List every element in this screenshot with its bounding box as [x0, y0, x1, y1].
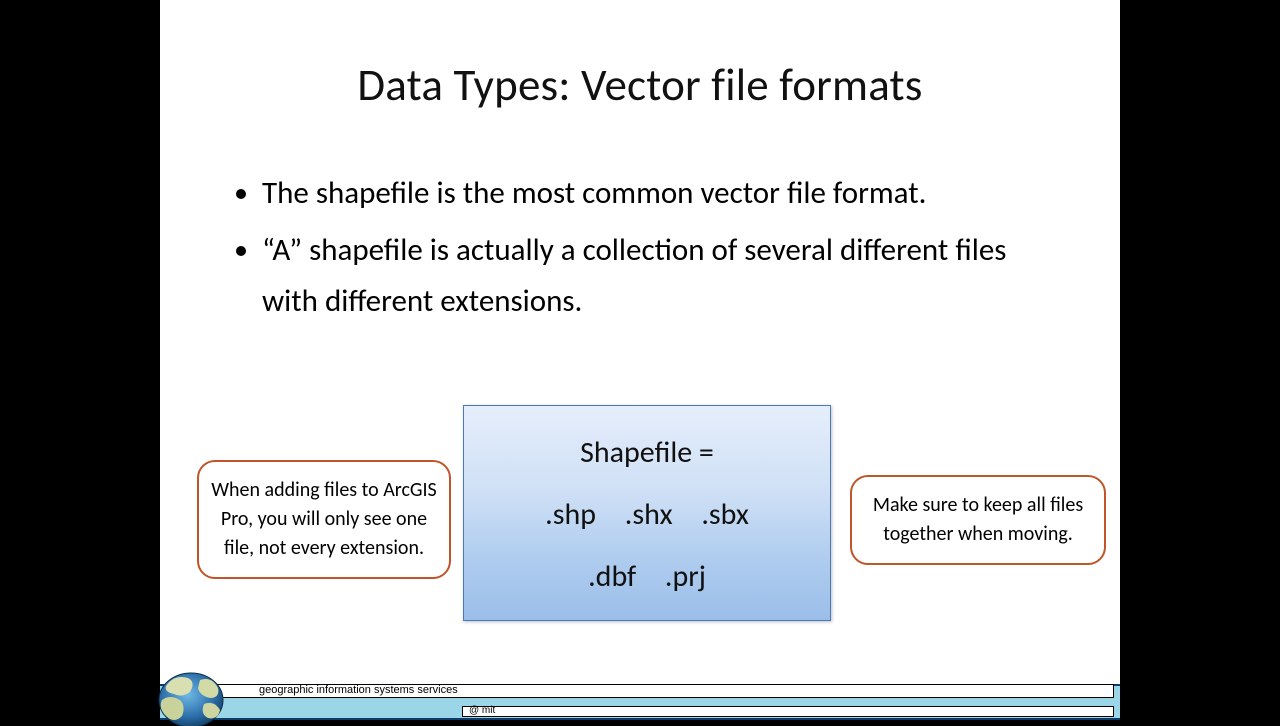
bullet-item: The shapefile is the most common vector …: [262, 168, 1058, 219]
footer-org: geographic information systems services: [259, 684, 458, 696]
diagram-row: When adding files to ArcGIS Pro, you wil…: [160, 400, 1120, 640]
footer-at: @ mit: [469, 705, 495, 716]
shapefile-extensions-row2: .dbf .prj: [464, 558, 830, 595]
shapefile-box: Shapefile = .shp .shx .sbx .dbf .prj: [463, 405, 831, 621]
footer: geographic information systems services …: [160, 678, 1120, 720]
callout-left: When adding files to ArcGIS Pro, you wil…: [197, 460, 451, 579]
bullet-item: “A” shapefile is actually a collection o…: [262, 225, 1058, 327]
slide: Data Types: Vector file formats The shap…: [160, 0, 1120, 720]
footer-strip-outer: geographic information systems services: [216, 684, 1114, 698]
bullet-list: The shapefile is the most common vector …: [222, 168, 1058, 327]
shapefile-extensions-row1: .shp .shx .sbx: [464, 496, 830, 533]
globe-icon: [156, 670, 226, 726]
footer-strip-inner: @ mit: [462, 706, 1114, 717]
slide-body: Data Types: Vector file formats The shap…: [160, 0, 1120, 670]
shapefile-box-title: Shapefile =: [464, 434, 830, 471]
slide-title: Data Types: Vector file formats: [160, 58, 1120, 113]
callout-right: Make sure to keep all files together whe…: [850, 475, 1106, 565]
